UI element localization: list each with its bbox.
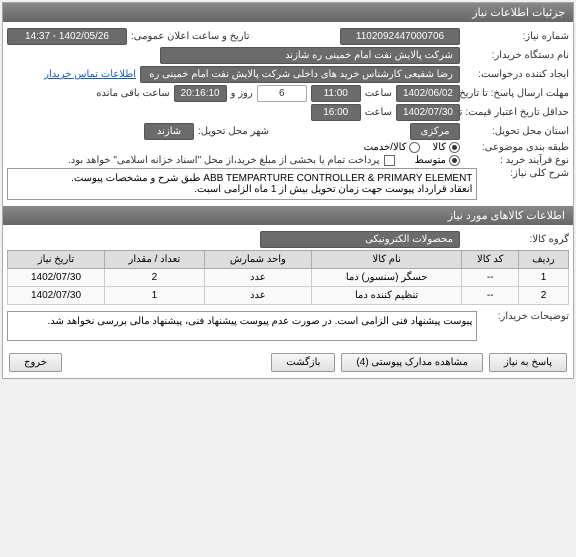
cell-qty: 2 [105, 269, 205, 287]
days-left: 6 [257, 85, 307, 102]
contact-link[interactable]: اطلاعات تماس خریدار [44, 69, 136, 80]
col-unit: واحد شمارش [204, 251, 311, 269]
buyer-notes-label: توضیحات خریدار: [481, 311, 569, 322]
main-panel: جزئیات اطلاعات نیاز شماره نیاز: 11020924… [2, 2, 574, 379]
deadline-date: 1402/06/02 [396, 85, 460, 102]
creator-value: رضا شفیعی کارشناس خرید های داخلی شرکت پا… [140, 66, 460, 83]
price-valid-time: 16:00 [311, 104, 361, 121]
cell-code: -- [462, 287, 519, 305]
radio-service-icon [409, 142, 420, 153]
radio-medium-label: متوسط [415, 155, 446, 166]
group-value: محصولات الکترونیکی [260, 231, 460, 248]
price-valid-date: 1402/07/30 [396, 104, 460, 121]
category-label: طبقه بندی موضوعی: [464, 142, 569, 153]
col-qty: تعداد / مقدار [105, 251, 205, 269]
group-label: گروه کالا: [464, 234, 569, 245]
announce-label: تاریخ و ساعت اعلان عمومی: [131, 31, 250, 42]
cell-qty: 1 [105, 287, 205, 305]
radio-goods-label: کالا [432, 142, 446, 153]
buyer-notes: پیوست پیشنهاد فنی الزامی است. در صورت عد… [7, 311, 477, 341]
desc-value: ABB TEMPARTURE CONTROLLER & PRIMARY ELEM… [7, 168, 477, 200]
col-date: تاریخ نیاز [8, 251, 105, 269]
col-name: نام کالا [311, 251, 461, 269]
exit-button[interactable]: خروج [9, 353, 62, 372]
table-row[interactable]: 2 -- تنظیم کننده دما عدد 1 1402/07/30 [8, 287, 569, 305]
reply-button[interactable]: پاسخ به نیاز [489, 353, 567, 372]
items-table: ردیف کد کالا نام کالا واحد شمارش تعداد /… [7, 250, 569, 305]
pay-note: پرداخت تمام یا بخشی از مبلغ خرید،از محل … [68, 155, 380, 166]
col-row: ردیف [519, 251, 569, 269]
buyer-value: شرکت پالایش نفت امام خمینی ره شازند [160, 47, 460, 64]
table-row[interactable]: 1 -- حسگر (سنسور) دما عدد 2 1402/07/30 [8, 269, 569, 287]
time-left: 20:16:10 [174, 85, 227, 102]
radio-goods[interactable]: کالا [432, 142, 460, 153]
main-header: جزئیات اطلاعات نیاز [3, 3, 573, 22]
process-label: نوع فرآیند خرید : [464, 155, 569, 166]
announce-value: 1402/05/26 - 14:37 [7, 28, 127, 45]
cell-row: 2 [519, 287, 569, 305]
radio-goods-icon [449, 142, 460, 153]
cell-date: 1402/07/30 [8, 269, 105, 287]
req-no-label: شماره نیاز: [464, 31, 569, 42]
req-no-value: 1102092447000706 [340, 28, 460, 45]
delivery-prov-label: استان محل تحویل: [464, 126, 569, 137]
delivery-city: شازند [144, 123, 194, 140]
cell-name: تنظیم کننده دما [311, 287, 461, 305]
time-left-label: ساعت باقی مانده [96, 88, 169, 99]
footer: پاسخ به نیاز مشاهده مدارک پیوستی (4) باز… [3, 347, 573, 378]
creator-label: ایجاد کننده درخواست: [464, 69, 569, 80]
cell-unit: عدد [204, 287, 311, 305]
attachments-button[interactable]: مشاهده مدارک پیوستی (4) [341, 353, 483, 372]
col-code: کد کالا [462, 251, 519, 269]
radio-medium[interactable]: متوسط [415, 155, 460, 166]
items-header: اطلاعات کالاهای مورد نیاز [3, 206, 573, 225]
cell-unit: عدد [204, 269, 311, 287]
delivery-prov: مرکزی [410, 123, 460, 140]
radio-service-label: کالا/خدمت [364, 142, 407, 153]
cell-name: حسگر (سنسور) دما [311, 269, 461, 287]
time-label-2: ساعت [365, 107, 392, 118]
pay-checkbox[interactable] [384, 155, 395, 166]
delivery-city-label: شهر محل تحویل: [198, 126, 269, 137]
buyer-label: نام دستگاه خریدار: [464, 50, 569, 61]
time-label-1: ساعت [365, 88, 392, 99]
desc-label: شرح کلی نیاز: [481, 168, 569, 179]
deadline-label: مهلت ارسال پاسخ: تا تاریخ: [464, 88, 569, 99]
days-and-label: روز و [231, 88, 253, 99]
cell-row: 1 [519, 269, 569, 287]
price-valid-label: حداقل تاریخ اعتبار قیمت: تا تاریخ: [464, 107, 569, 118]
back-button[interactable]: بازگشت [271, 353, 335, 372]
cell-date: 1402/07/30 [8, 287, 105, 305]
radio-medium-icon [449, 155, 460, 166]
deadline-time: 11:00 [311, 85, 361, 102]
radio-service[interactable]: کالا/خدمت [364, 142, 421, 153]
cell-code: -- [462, 269, 519, 287]
